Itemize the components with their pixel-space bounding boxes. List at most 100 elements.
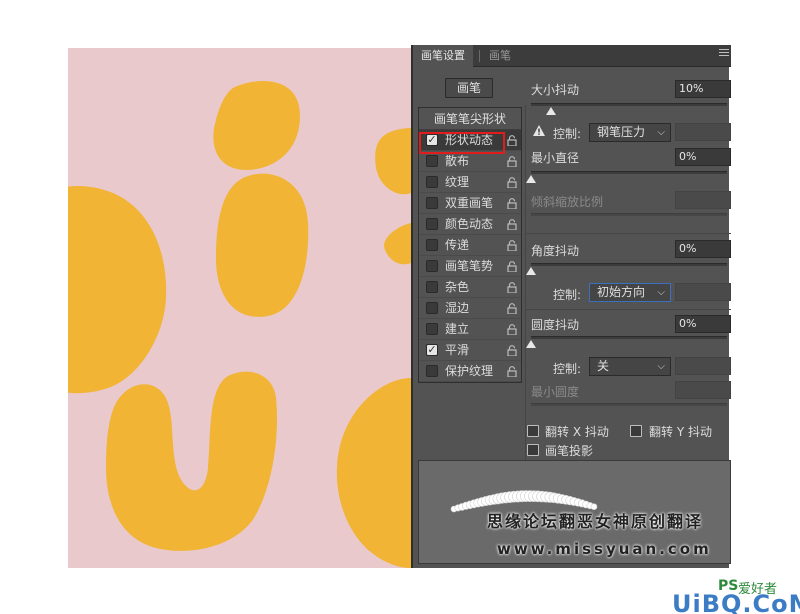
size-jitter-slider-track[interactable] [531,103,727,106]
option-label: 纹理 [445,175,470,189]
lock-icon[interactable] [507,198,517,209]
brush-presets-button[interactable]: 画笔 [445,78,493,98]
roundness-jitter-label: 圆度抖动 [531,318,580,332]
option-checkbox[interactable] [426,155,438,167]
section-divider [526,309,731,310]
option-label: 杂色 [445,280,470,294]
brush-option-row[interactable]: 画笔笔势 [419,256,521,277]
lock-icon[interactable] [507,240,517,251]
option-checkbox[interactable] [426,281,438,293]
angle-control-extra-field [675,283,731,301]
option-label: 保护纹理 [445,364,494,378]
option-label: 散布 [445,154,470,168]
chevron-down-icon: ⌵ [657,287,665,298]
min-diameter-label: 最小直径 [531,151,580,165]
brush-option-row[interactable]: 传递 [419,235,521,256]
option-checkbox[interactable]: ✓ [426,134,438,146]
option-checkbox[interactable] [426,239,438,251]
size-jitter-field[interactable]: 10% [675,80,731,98]
flip-y-checkbox[interactable] [630,425,642,437]
brush-option-row[interactable]: 双重画笔 [419,193,521,214]
lock-icon[interactable] [507,303,517,314]
roundness-jitter-field[interactable]: 0% [675,315,731,333]
lock-icon[interactable] [507,219,517,230]
roundness-jitter-slider-track[interactable] [531,336,727,339]
brush-option-row[interactable]: 杂色 [419,277,521,298]
option-checkbox[interactable]: ✓ [426,344,438,356]
flip-x-checkbox[interactable] [527,425,539,437]
angle-jitter-label: 角度抖动 [531,244,580,258]
size-control-label: 控制: [553,127,582,141]
size-control-value: 钢笔压力 [597,125,646,139]
size-control-select[interactable]: 钢笔压力 ⌵ [589,123,671,142]
document-canvas[interactable] [68,48,411,568]
flip-y-label: 翻转 Y 抖动 [649,425,712,439]
brush-option-row[interactable]: 散布 [419,151,521,172]
angle-control-select[interactable]: 初始方向 ⌵ [589,283,671,302]
section-divider [526,233,731,234]
chevron-down-icon: ⌵ [657,127,665,138]
option-checkbox[interactable] [426,197,438,209]
option-label: 平滑 [445,343,470,357]
tilt-scale-field [675,191,731,209]
tab-brush[interactable]: 画笔 [481,45,519,67]
tilt-scale-slider-track [531,213,727,216]
angle-jitter-slider-track[interactable] [531,263,727,266]
warning-icon [533,125,545,136]
chevron-down-icon: ⌵ [657,361,665,372]
roundness-control-label: 控制: [553,362,582,376]
brush-projection-checkbox[interactable] [527,444,539,456]
tab-brush-settings[interactable]: 画笔设置 [413,45,473,67]
lock-icon[interactable] [507,366,517,377]
brush-option-row[interactable]: 保护纹理 [419,361,521,382]
option-checkbox[interactable] [426,176,438,188]
panel-menu-icon[interactable] [719,49,729,59]
brush-option-row[interactable]: 建立 [419,319,521,340]
option-checkbox[interactable] [426,218,438,230]
brush-option-row[interactable]: ✓ 形状动态 [419,130,521,151]
option-label: 湿边 [445,301,470,315]
angle-control-label: 控制: [553,288,582,302]
brush-option-row[interactable]: ✓ 平滑 [419,340,521,361]
option-label: 颜色动态 [445,217,494,231]
min-diameter-slider-track[interactable] [531,171,727,174]
lock-icon[interactable] [507,135,517,146]
uibq-logo: UiBQ.CoM [672,590,800,614]
flip-x-label: 翻转 X 抖动 [545,425,609,439]
canvas-artwork [68,48,411,568]
option-checkbox[interactable] [426,260,438,272]
lock-icon[interactable] [507,156,517,167]
roundness-control-extra-field [675,357,731,375]
option-checkbox[interactable] [426,365,438,377]
lock-icon[interactable] [507,324,517,335]
option-label: 形状动态 [445,133,494,147]
min-diameter-slider-thumb[interactable] [526,175,536,183]
option-checkbox[interactable] [426,323,438,335]
lock-icon[interactable] [507,282,517,293]
brush-settings-panel: 画笔设置 画笔 画笔 画笔笔尖形状 ✓ 形状动态 散布 纹理 双重画笔 颜色动态 传递 画笔笔… [411,45,731,568]
min-roundness-slider-track [531,403,727,406]
angle-jitter-slider-thumb[interactable] [526,267,536,275]
watermark-text: 思缘论坛翻恶女神原创翻译 [487,512,704,531]
lock-icon[interactable] [507,177,517,188]
brush-option-row[interactable]: 颜色动态 [419,214,521,235]
min-roundness-field [675,381,731,399]
size-control-extra-field [675,123,731,141]
option-label: 双重画笔 [445,196,494,210]
angle-jitter-field[interactable]: 0% [675,240,731,258]
letter-i-stem [216,173,309,317]
lock-icon[interactable] [507,345,517,356]
min-diameter-field[interactable]: 0% [675,148,731,166]
brush-options-list: 画笔笔尖形状 ✓ 形状动态散布纹理双重画笔颜色动态传递画笔笔势杂色湿边建立 ✓ 平滑保… [418,107,522,383]
roundness-control-select[interactable]: 关 ⌵ [589,357,671,376]
option-label: 传递 [445,238,470,252]
option-label: 建立 [445,322,470,336]
roundness-jitter-slider-thumb[interactable] [526,340,536,348]
lock-icon[interactable] [507,261,517,272]
brush-option-row[interactable]: 湿边 [419,298,521,319]
min-roundness-label: 最小圆度 [531,385,580,399]
size-jitter-slider-thumb[interactable] [545,107,556,115]
brush-tip-shape-item[interactable]: 画笔笔尖形状 [419,108,521,130]
option-checkbox[interactable] [426,302,438,314]
brush-option-row[interactable]: 纹理 [419,172,521,193]
